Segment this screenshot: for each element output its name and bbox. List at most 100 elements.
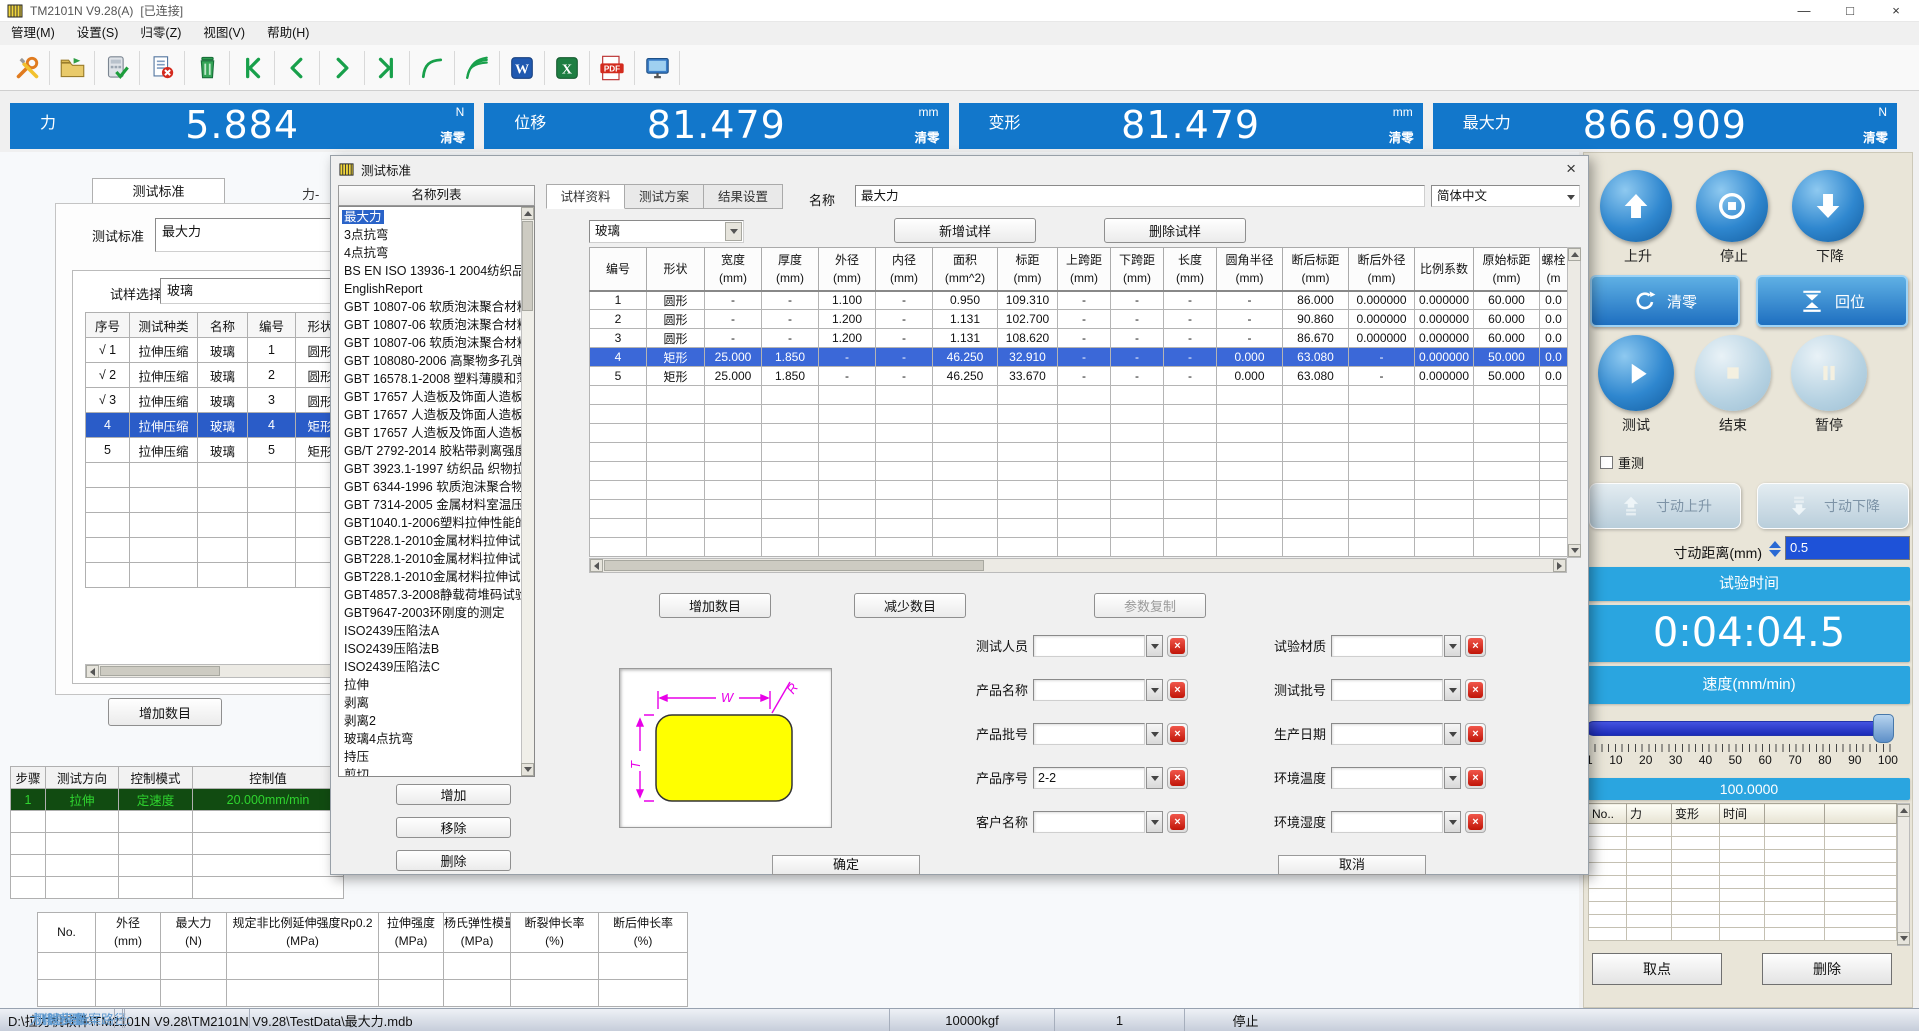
tools-button[interactable] xyxy=(5,48,49,88)
crosshead-stop-button[interactable] xyxy=(1696,170,1768,242)
clear-max-force-button[interactable]: 清零 xyxy=(1863,127,1888,146)
standard-list-item[interactable]: GBT 10807-06 软质泡沫聚合材料 xyxy=(339,298,534,316)
clear-field-button[interactable]: × xyxy=(1167,767,1188,789)
step-row[interactable]: 1拉伸定速度20.000mm/min xyxy=(11,789,344,811)
specimen-select-row[interactable]: 5拉伸压缩玻璃5矩形 xyxy=(86,438,345,463)
dropdown-button[interactable] xyxy=(1444,635,1461,657)
dialog-title-bar[interactable]: 测试标准 xyxy=(331,156,1588,183)
form-input[interactable]: 2-2 xyxy=(1033,767,1145,789)
clear-field-button[interactable]: × xyxy=(1167,635,1188,657)
standard-list-item[interactable]: ISO2439压陷法B xyxy=(339,640,534,658)
clear-displacement-button[interactable]: 清零 xyxy=(914,127,939,146)
dropdown-button[interactable] xyxy=(1444,767,1461,789)
table-hscrollbar[interactable] xyxy=(589,558,1567,573)
standard-list-item[interactable]: GBT228.1-2010金属材料拉伸试验 xyxy=(339,532,534,550)
home-button[interactable]: 回位 xyxy=(1756,275,1908,327)
specimen-material-select[interactable]: 玻璃 xyxy=(589,220,744,243)
clear-field-button[interactable]: × xyxy=(1465,635,1486,657)
checkbox-box[interactable] xyxy=(1600,456,1613,469)
reduce-count-button[interactable]: 减少数目 xyxy=(854,593,966,618)
dropdown-button[interactable] xyxy=(1444,811,1461,833)
language-select[interactable]: 简体中文 xyxy=(1431,185,1580,207)
specimen-select-row[interactable]: √ 1拉伸压缩玻璃1圆形 xyxy=(86,338,345,363)
zero-button[interactable]: 清零 xyxy=(1590,275,1740,327)
clear-field-button[interactable]: × xyxy=(1465,679,1486,701)
clear-field-button[interactable]: × xyxy=(1167,679,1188,701)
standard-list-item[interactable]: GB/T 2792-2014 胶粘带剥离强度 xyxy=(339,442,534,460)
crosshead-up-button[interactable] xyxy=(1600,170,1672,242)
standards-list-scrollbar[interactable] xyxy=(521,207,534,776)
form-input[interactable] xyxy=(1033,723,1145,745)
specimen-param-row[interactable]: 2圆形--1.200-1.131102.700----90.8600.00000… xyxy=(590,310,1568,329)
speed-slider-thumb[interactable] xyxy=(1873,714,1894,743)
standard-list-item[interactable]: GBT 10807-06 软质泡沫聚合材料 xyxy=(339,316,534,334)
standard-input[interactable]: 最大力 xyxy=(155,218,343,252)
specimen-param-row[interactable]: 4矩形25.0001.850--46.25032.910---0.00063.0… xyxy=(590,348,1568,367)
tab-specimen-data[interactable]: 试样资料 xyxy=(546,184,625,209)
form-input[interactable] xyxy=(1033,679,1145,701)
dropdown-button[interactable] xyxy=(1444,723,1461,745)
standard-list-item[interactable]: ISO2439压陷法A xyxy=(339,622,534,640)
trash-icon-button[interactable] xyxy=(185,48,229,88)
add-count-button-left[interactable]: 增加数目 xyxy=(108,698,222,726)
test-end-button[interactable] xyxy=(1695,335,1771,411)
speed-slider-track[interactable] xyxy=(1586,721,1892,736)
form-input[interactable] xyxy=(1033,811,1145,833)
close-button[interactable]: × xyxy=(1873,0,1919,22)
clear-deformation-button[interactable]: 清零 xyxy=(1389,127,1414,146)
excel-export-button[interactable]: X xyxy=(545,48,589,88)
clear-field-button[interactable]: × xyxy=(1465,723,1486,745)
report-check-button[interactable] xyxy=(95,48,139,88)
menu-item[interactable]: 帮助(H) xyxy=(256,22,320,45)
single-curve-button[interactable] xyxy=(410,48,454,88)
param-copy-button[interactable]: 参数复制 xyxy=(1094,593,1206,618)
standard-list-item[interactable]: GBT9647-2003环刚度的测定 xyxy=(339,604,534,622)
standard-list-item[interactable]: 持压 xyxy=(339,748,534,766)
form-input[interactable] xyxy=(1331,723,1443,745)
form-input[interactable] xyxy=(1331,811,1443,833)
standard-list-item[interactable]: 最大力 xyxy=(339,208,534,226)
standard-list-item[interactable]: EnglishReport xyxy=(339,280,534,298)
first-curve-button[interactable] xyxy=(230,48,274,88)
clear-field-button[interactable]: × xyxy=(1167,723,1188,745)
standard-list-item[interactable]: 剥离 xyxy=(339,694,534,712)
specimen-select-field[interactable]: 玻璃 xyxy=(160,278,343,304)
dropdown-button[interactable] xyxy=(1444,679,1461,701)
specimen-select-row[interactable]: √ 3拉伸压缩玻璃3圆形 xyxy=(86,388,345,413)
standard-list-item[interactable]: GBT228.1-2010金属材料拉伸试验 xyxy=(339,550,534,568)
tab-result-settings[interactable]: 结果设置 xyxy=(704,184,783,209)
jog-distance-stepper[interactable] xyxy=(1767,537,1783,561)
dropdown-button[interactable] xyxy=(1146,767,1163,789)
standard-list-item[interactable]: GBT228.1-2010金属材料拉伸试验 xyxy=(339,568,534,586)
list-delete-button[interactable]: 删除 xyxy=(396,850,511,871)
clear-field-button[interactable]: × xyxy=(1465,811,1486,833)
standard-list-item[interactable]: GBT 16578.1-2008 塑料薄膜和薄 xyxy=(339,370,534,388)
standard-list-item[interactable]: GBT 17657 人造板及饰面人造板理 xyxy=(339,388,534,406)
standard-list-item[interactable]: GBT 6344-1996 软质泡沫聚合物 xyxy=(339,478,534,496)
last-curve-button[interactable] xyxy=(365,48,409,88)
menu-item[interactable]: 归零(Z) xyxy=(129,22,192,45)
jog-distance-input[interactable]: 0.5 xyxy=(1785,536,1910,560)
clear-force-button[interactable]: 清零 xyxy=(440,127,465,146)
dialog-close-icon[interactable]: × xyxy=(1566,159,1576,179)
standard-list-item[interactable]: 剥离2 xyxy=(339,712,534,730)
list-remove-button[interactable]: 移除 xyxy=(396,817,511,838)
tab-force-partial[interactable]: 力- xyxy=(302,184,319,203)
form-input[interactable] xyxy=(1331,679,1443,701)
multi-curve-button[interactable] xyxy=(455,48,499,88)
standard-list-item[interactable]: GBT 3923.1-1997 纺织品 织物拉 xyxy=(339,460,534,478)
jog-down-button[interactable]: 寸动下降 xyxy=(1757,483,1909,529)
specimen-params-table[interactable]: 编号形状宽度(mm)厚度(mm)外径(mm)内径(mm)面积(mm^2)标距(m… xyxy=(589,247,1568,557)
jog-up-button[interactable]: 寸动上升 xyxy=(1589,483,1741,529)
standard-list-item[interactable]: GBT4857.3-2008静载荷堆码试验 xyxy=(339,586,534,604)
tab-test-scheme[interactable]: 测试方案 xyxy=(625,184,704,209)
specimen-param-row[interactable]: 3圆形--1.200-1.131108.620----86.6700.00000… xyxy=(590,329,1568,348)
menu-item[interactable]: 设置(S) xyxy=(66,22,130,45)
dropdown-button[interactable] xyxy=(1146,723,1163,745)
word-export-button[interactable]: W xyxy=(500,48,544,88)
delete-point-button[interactable]: 删除 xyxy=(1762,953,1892,985)
open-folder-button[interactable] xyxy=(50,48,94,88)
tab-test-standard[interactable]: 测试标准 xyxy=(92,178,225,204)
menu-item[interactable]: 视图(V) xyxy=(192,22,256,45)
menu-item[interactable]: 管理(M) xyxy=(0,22,66,45)
